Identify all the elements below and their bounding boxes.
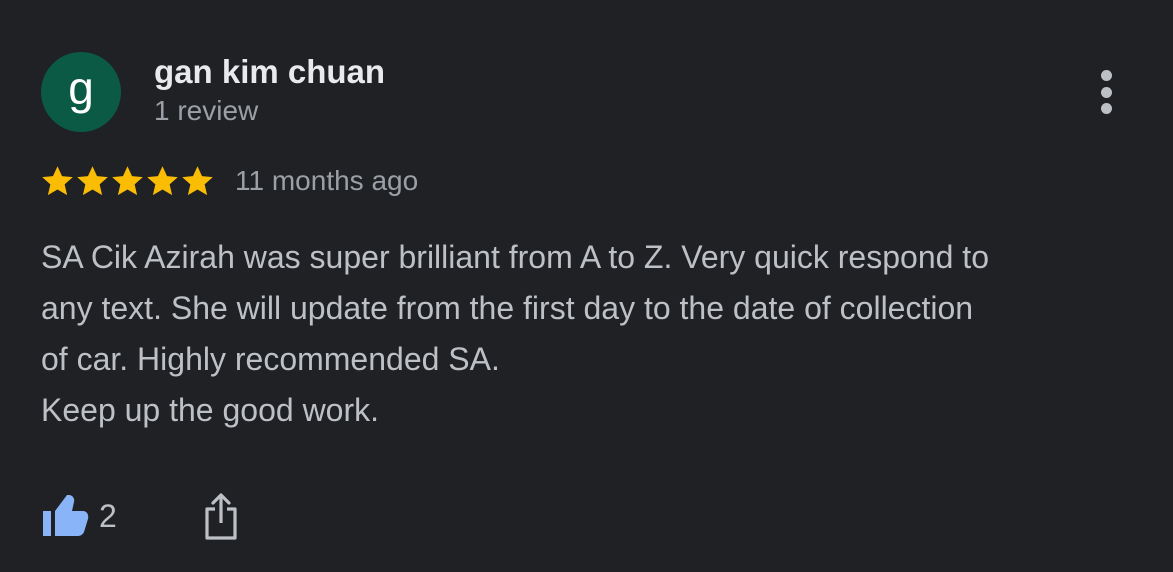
like-count: 2 [99, 497, 117, 534]
star-rating [40, 164, 215, 199]
author-review-count: 1 review [154, 95, 259, 126]
review-text-line: SA Cik Azirah was super brilliant from A… [41, 239, 989, 275]
review-actions: 2 [41, 488, 239, 544]
review-text-line: Keep up the good work. [41, 392, 380, 428]
rating-row: 11 months ago [40, 160, 418, 202]
star-filled-icon [182, 165, 213, 195]
thumb-up-icon [43, 495, 89, 536]
star-filled-icon [147, 165, 178, 195]
more-vert-icon [1100, 70, 1112, 81]
star-filled-icon [112, 165, 143, 195]
share-icon [205, 493, 237, 540]
review-date: 11 months ago [235, 165, 419, 196]
star-filled-icon [42, 165, 73, 195]
avatar[interactable]: g [41, 52, 121, 132]
share-button[interactable] [203, 491, 239, 541]
avatar-letter: g [68, 62, 94, 114]
star-filled-icon [77, 165, 108, 195]
more-vert-icon-dot [1100, 103, 1112, 114]
author-name[interactable]: gan kim chuan [154, 53, 385, 91]
more-options-button[interactable] [1090, 66, 1122, 118]
review-text: SA Cik Azirah was super brilliant from A… [41, 232, 1141, 436]
review-card: g gan kim chuan 1 review 11 months ago S… [0, 0, 1173, 572]
like-button[interactable]: 2 [41, 494, 117, 538]
review-text-line: any text. She will update from the first… [41, 290, 974, 326]
more-vert-icon-dot [1100, 86, 1112, 98]
review-text-line: of car. Highly recommended SA. [41, 341, 500, 377]
